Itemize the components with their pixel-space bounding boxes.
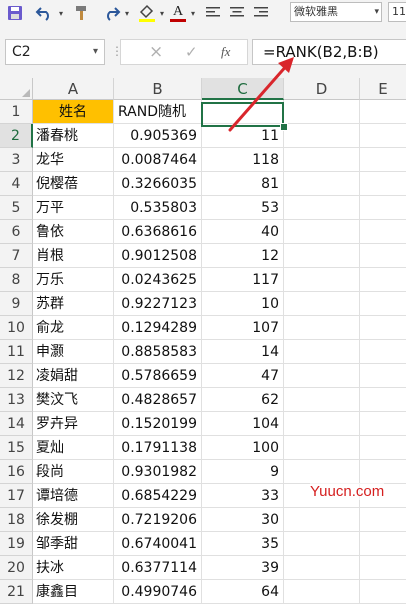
table-row: 20 扶冰 0.6377114 39 bbox=[0, 556, 406, 580]
cell-rank[interactable]: 39 bbox=[202, 556, 284, 580]
watermark: Yuucn.com bbox=[310, 483, 385, 500]
cell-rank[interactable]: 64 bbox=[202, 580, 284, 604]
table-row: 21 康鑫目 0.4990746 64 bbox=[0, 580, 406, 604]
cell-e[interactable] bbox=[360, 556, 406, 580]
row-header[interactable]: 20 bbox=[0, 556, 33, 580]
cell-rand[interactable]: 0.4990746 bbox=[114, 580, 202, 604]
cell-d[interactable] bbox=[284, 580, 360, 604]
cell-e[interactable] bbox=[360, 580, 406, 604]
annotation-arrow bbox=[228, 57, 294, 132]
row-header[interactable]: 21 bbox=[0, 580, 33, 604]
cell-name[interactable]: 扶冰 bbox=[33, 556, 114, 580]
cell-name[interactable]: 康鑫目 bbox=[33, 580, 114, 604]
cell-rand[interactable]: 0.6377114 bbox=[114, 556, 202, 580]
cell-d[interactable] bbox=[284, 556, 360, 580]
